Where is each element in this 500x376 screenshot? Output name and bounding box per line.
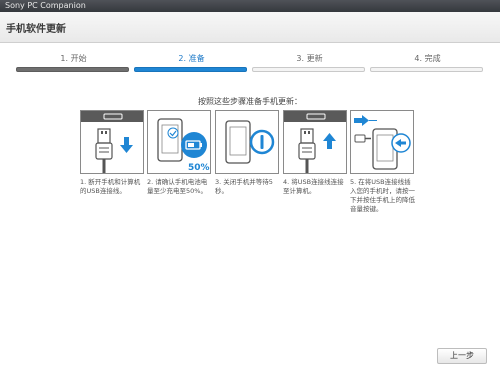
power-icon [249,129,275,155]
card-volume-down [350,110,414,174]
power-off-illustration [225,120,275,164]
card-caption: 5. 在将USB连接线插入您的手机时，请按一下并按住手机上的降低音量按键。 [350,178,415,213]
step-progress-bar [16,67,129,72]
usb-plug-icon [95,128,113,173]
step-prepare: 2. 准备 [134,53,249,75]
battery-percent-badge: 50% [188,163,210,173]
card-disconnect-usb [80,110,144,174]
back-button[interactable]: 上一步 [437,348,487,364]
instruction-text: 按照这些步骤准备手机更新： [198,97,302,106]
progress-steps: 1. 开始 2. 准备 3. 更新 4. 完成 [16,53,485,75]
usb-plug-icon [298,128,316,173]
battery-illustration: 50% [157,118,210,173]
step-start: 1. 开始 [16,53,131,75]
card-caption: 3. 关闭手机并等待5秒。 [215,178,273,195]
arrow-right-icon [354,115,369,126]
volume-down-illustration [354,115,411,170]
page-header: 手机软件更新 [0,12,500,43]
step-label: 2. 准备 [178,54,205,63]
battery-icon [181,132,207,158]
usb-plug-icon [354,134,371,143]
step-progress-bar [252,67,365,72]
step-finish: 4. 完成 [370,53,485,75]
step-progress-bar [370,67,483,72]
step-progress-bar [134,67,247,72]
phone-icon [157,118,183,162]
card-connect-usb [283,110,347,174]
step-label: 3. 更新 [296,54,323,63]
step-label: 1. 开始 [60,54,87,63]
phone-icon [225,120,251,164]
arrow-up-icon [323,133,336,149]
window-titlebar: Sony PC Companion [0,0,500,12]
usb-disconnect-illustration [81,111,143,173]
page-title: 手机软件更新 [6,24,66,35]
card-caption: 1. 断开手机和计算机的USB连接线。 [80,178,141,195]
step-update: 3. 更新 [252,53,367,75]
usb-connect-illustration [284,111,346,173]
window-title: Sony PC Companion [5,1,86,10]
card-power-off [215,110,279,174]
card-caption: 4. 将USB连接线连接至计算机。 [283,178,344,195]
card-battery-check: 50% [147,110,211,174]
card-caption: 2. 请确认手机电池电量至少充电至50%。 [147,178,208,195]
arrow-down-icon [120,137,133,153]
step-label: 4. 完成 [414,54,441,63]
